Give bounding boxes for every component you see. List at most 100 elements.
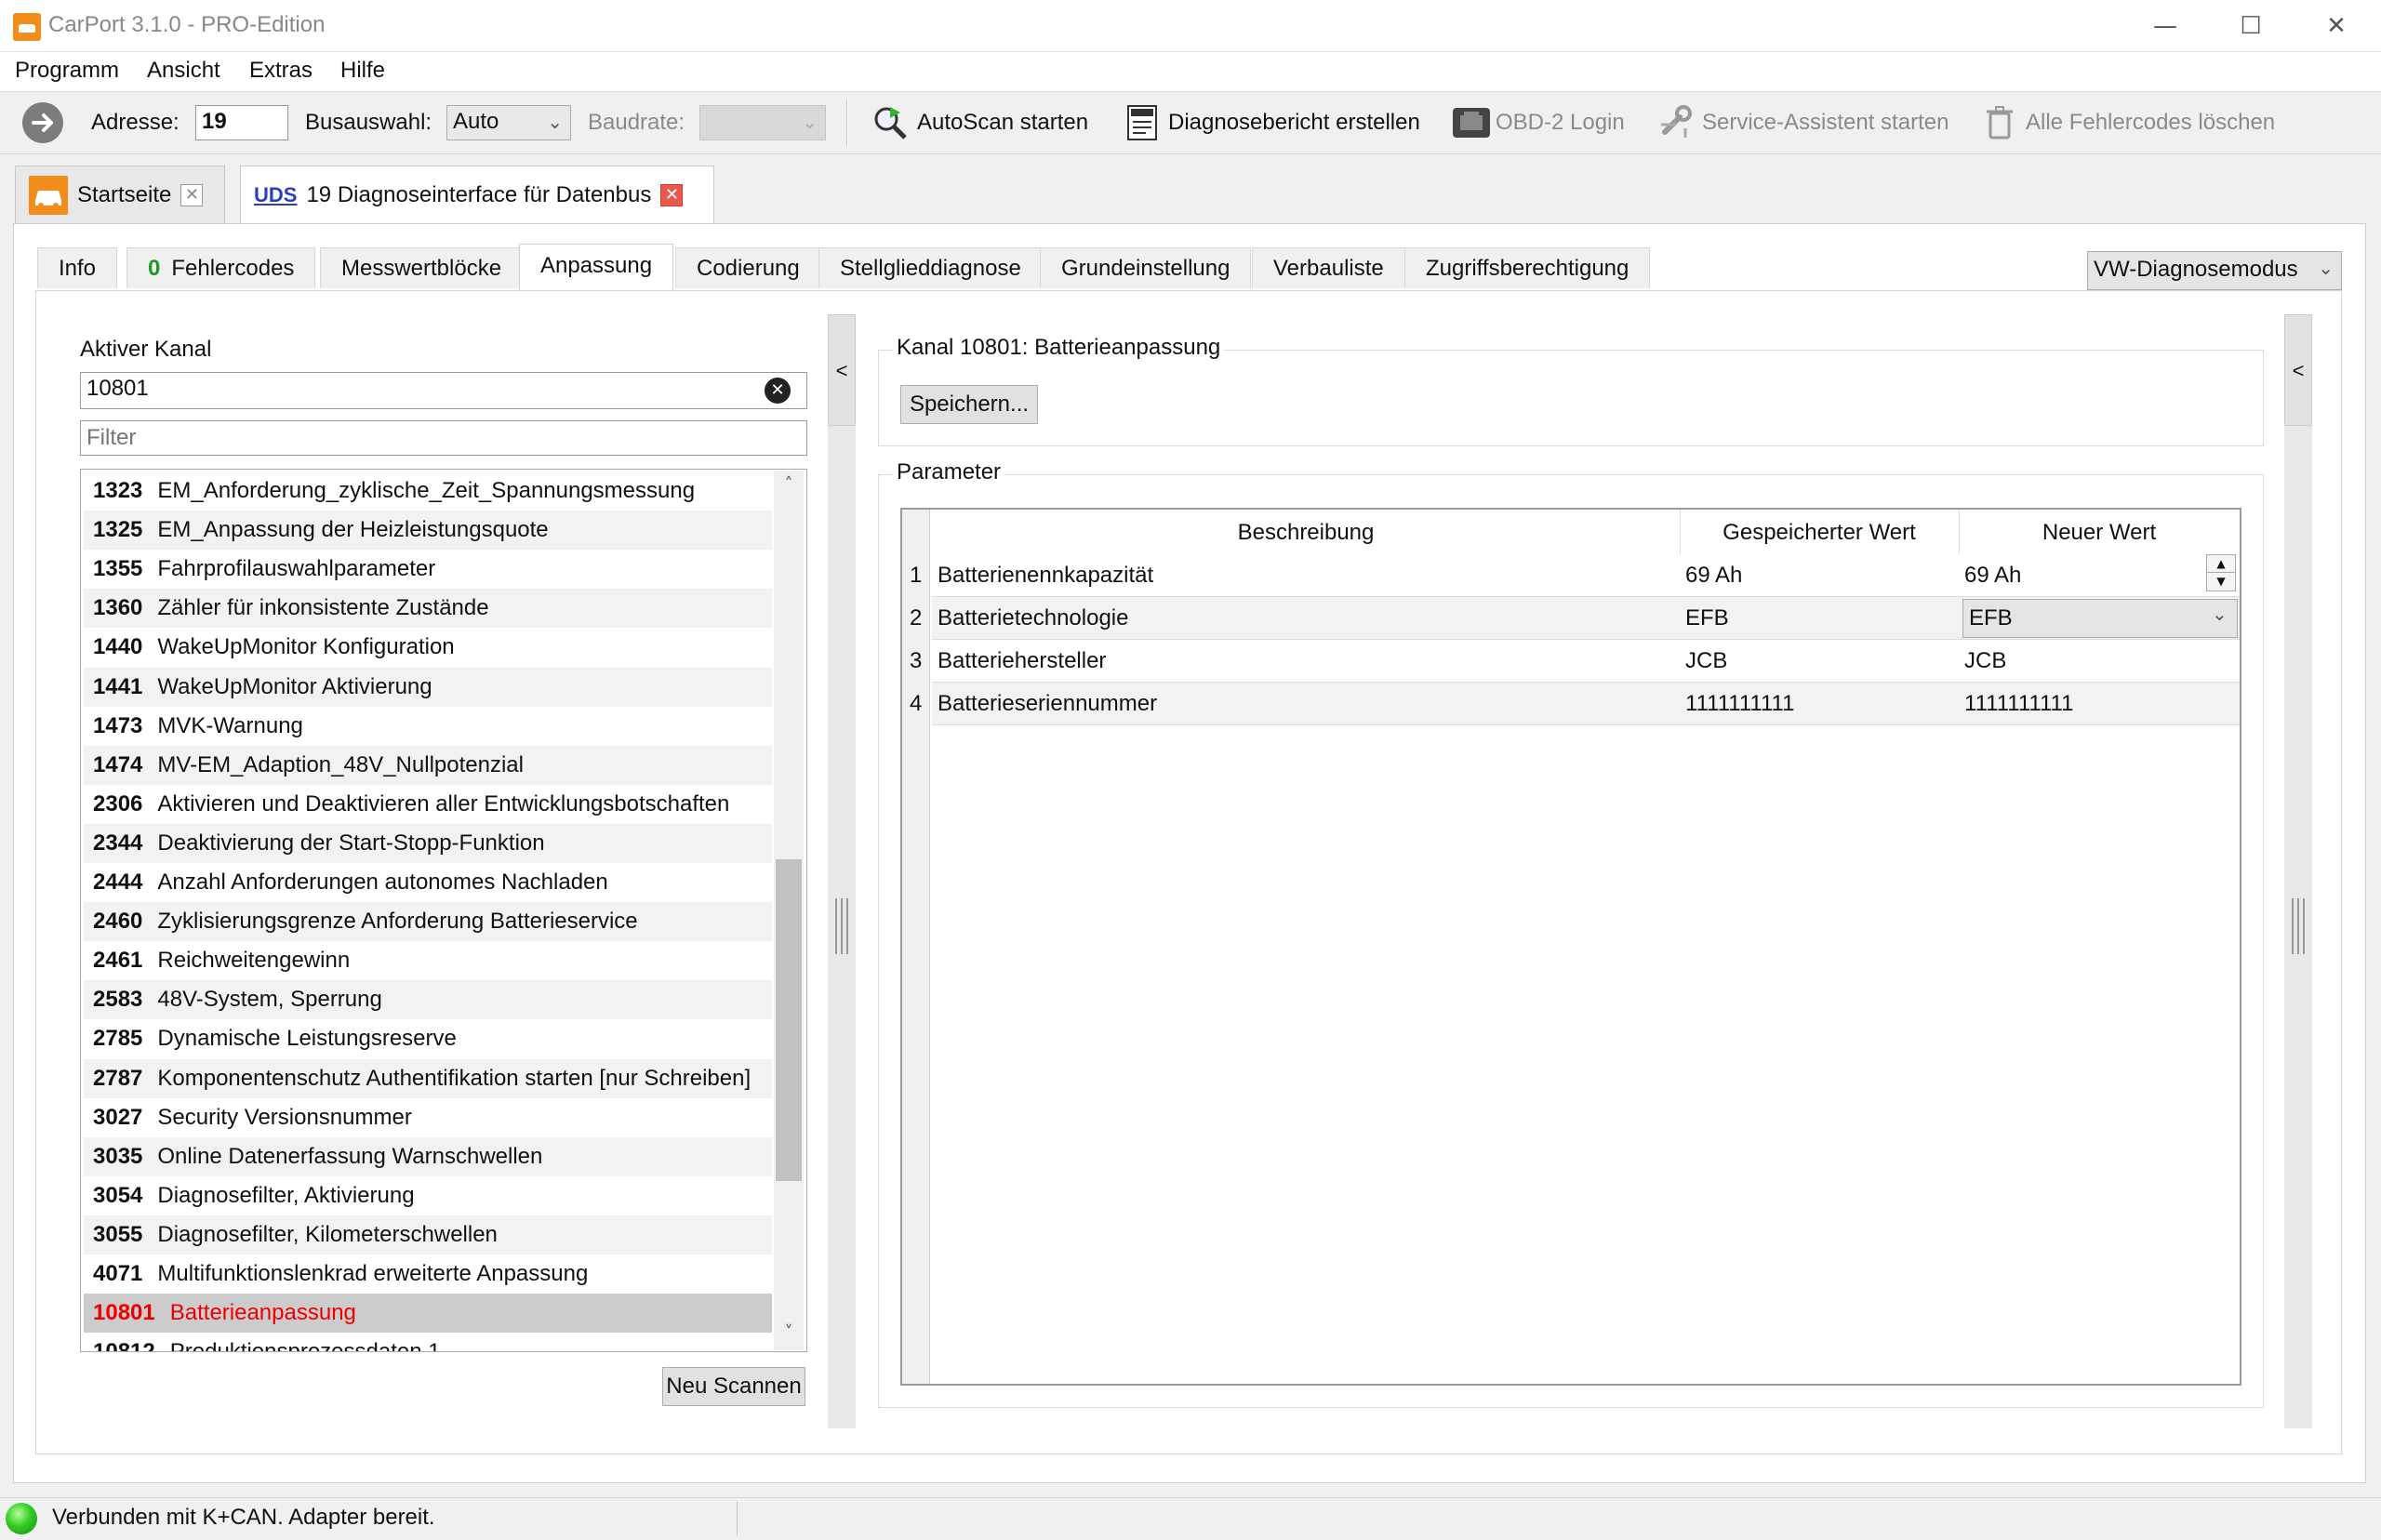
channel-name: Zyklisierungsgrenze Anforderung Batterie…: [157, 909, 638, 934]
channel-id: 1440: [93, 634, 143, 659]
list-item[interactable]: 1323 EM_Anforderung_zyklische_Zeit_Spannu…: [84, 471, 772, 511]
channel-id: 1355: [93, 556, 143, 581]
channel-name: EM_Anforderung_zyklische_Zeit_Spannungsm…: [157, 478, 696, 503]
cell-beschreibung: Batterietechnologie: [938, 605, 1129, 631]
channel-name: Komponentenschutz Authentifikation start…: [157, 1066, 752, 1091]
collapse-right-button[interactable]: <: [2284, 314, 2312, 426]
channel-name: 48V-System, Sperrung: [157, 987, 382, 1012]
channel-name: WakeUpMonitor Konfiguration: [157, 634, 455, 659]
channel-name: Aktivieren und Deaktivieren aller Entwic…: [157, 791, 730, 816]
grid-line: [932, 724, 2240, 725]
cell-gespeichert: 1111111111: [1685, 691, 1795, 716]
kanal-title: Kanal 10801: Batterieanpassung: [893, 335, 1225, 361]
list-item[interactable]: 2444 Anzahl Anforderungen autonomes Nachl…: [84, 863, 772, 902]
channel-id: 2787: [93, 1066, 143, 1091]
channel-id: 3027: [93, 1105, 143, 1130]
row-number: 4: [910, 691, 923, 716]
splitter-grip-icon: [2292, 898, 2305, 954]
cell-neuer-wert[interactable]: 1111111111: [1959, 683, 2240, 725]
row-number: 1: [910, 563, 923, 588]
list-item[interactable]: 1473 MVK-Warnung: [84, 707, 772, 746]
scrollbar-thumb[interactable]: [776, 859, 802, 1181]
channel-name: Fahrprofilauswahlparameter: [157, 556, 436, 581]
save-button[interactable]: Speichern...: [900, 385, 1038, 424]
list-item[interactable]: 1440 WakeUpMonitor Konfiguration: [84, 628, 772, 667]
status-text: Verbunden mit K+CAN. Adapter bereit.: [52, 1505, 435, 1530]
channel-id: 2460: [93, 909, 143, 934]
row-number: 3: [910, 648, 923, 673]
channel-name: Diagnosefilter, Aktivierung: [157, 1183, 415, 1208]
column-header-neuer-wert[interactable]: Neuer Wert: [1959, 510, 2240, 556]
channel-name: Online Datenerfassung Warnschwellen: [157, 1144, 543, 1169]
left-splitter[interactable]: [828, 314, 856, 1428]
list-item[interactable]: 1325 EM_Anpassung der Heizleistungsquote: [84, 511, 772, 550]
list-item[interactable]: 2787 Komponentenschutz Authentifikation s…: [84, 1059, 772, 1098]
channel-id: 4071: [93, 1261, 143, 1286]
channel-name: Zähler für inkonsistente Zustände: [157, 595, 489, 620]
capacity-stepper[interactable]: ▲ ▼: [2206, 554, 2236, 591]
list-item[interactable]: 1474 MV-EM_Adaption_48V_Nullpotenzial: [84, 746, 772, 785]
stepper-up-icon[interactable]: ▲: [2207, 555, 2235, 573]
channel-id: 10801: [93, 1300, 155, 1325]
scroll-down-icon[interactable]: ˅: [778, 1322, 800, 1345]
list-item[interactable]: 2344 Deaktivierung der Start-Stopp-Funkti…: [84, 824, 772, 863]
list-item[interactable]: 3027 Security Versionsnummer: [84, 1098, 772, 1137]
channel-name: MV-EM_Adaption_48V_Nullpotenzial: [157, 752, 524, 777]
list-item[interactable]: 2583 48V-System, Sperrung: [84, 980, 772, 1019]
channel-name: Multifunktionslenkrad erweiterte Anpassu…: [157, 1261, 589, 1286]
technology-select[interactable]: EFB: [1962, 599, 2238, 638]
channel-id: 1325: [93, 517, 143, 542]
channel-name: Produktionsprozessdaten 1: [170, 1339, 441, 1351]
channel-id: 2344: [93, 830, 143, 856]
collapse-left-button[interactable]: <: [828, 314, 856, 426]
channel-name: Batterieanpassung: [169, 1300, 356, 1325]
list-item[interactable]: 2460 Zyklisierungsgrenze Anforderung Batt…: [84, 902, 772, 941]
channel-name: Reichweitengewinn: [157, 948, 351, 973]
row-number: 2: [910, 605, 923, 631]
column-header-gespeichert[interactable]: Gespeicherter Wert: [1680, 510, 1959, 556]
channel-id: 2306: [93, 791, 143, 816]
list-item[interactable]: 2306 Aktivieren und Deaktivieren aller En…: [84, 785, 772, 824]
cell-gespeichert: JCB: [1685, 648, 1728, 673]
stepper-down-icon[interactable]: ▼: [2207, 573, 2235, 591]
channel-name: Dynamische Leistungsreserve: [157, 1026, 457, 1051]
cell-beschreibung: Batterienennkapazität: [938, 563, 1154, 588]
list-item[interactable]: 2461 Reichweitengewinn: [84, 941, 772, 980]
list-item[interactable]: 2785 Dynamische Leistungsreserve: [84, 1019, 772, 1058]
parameter-title: Parameter: [893, 459, 1005, 485]
channel-id: 1473: [93, 713, 143, 738]
cell-beschreibung: Batterieseriennummer: [938, 691, 1158, 716]
cell-neuer-wert[interactable]: JCB: [1959, 640, 2240, 683]
list-item-selected[interactable]: 10801 Batterieanpassung: [84, 1294, 772, 1333]
cell-gespeichert: 69 Ah: [1685, 563, 1743, 588]
channel-name: Anzahl Anforderungen autonomes Nachladen: [157, 870, 608, 895]
status-separator: [737, 1501, 738, 1536]
channel-name: Deaktivierung der Start-Stopp-Funktion: [157, 830, 545, 856]
channel-id: 3054: [93, 1183, 143, 1208]
list-item[interactable]: 4071 Multifunktionslenkrad erweiterte Anp…: [84, 1255, 772, 1294]
channel-id: 1360: [93, 595, 143, 620]
list-item[interactable]: 3035 Online Datenerfassung Warnschwellen: [84, 1137, 772, 1176]
column-header-beschreibung[interactable]: Beschreibung: [932, 510, 1680, 556]
channel-id: 1323: [93, 478, 143, 503]
chevron-down-icon: ⌄: [2212, 603, 2228, 625]
list-item[interactable]: 1360 Zähler für inkonsistente Zustände: [84, 589, 772, 628]
channel-id: 1441: [93, 674, 143, 699]
list-item[interactable]: 1355 Fahrprofilauswahlparameter: [84, 550, 772, 589]
cell-neuer-wert[interactable]: 69 Ah: [1959, 554, 2240, 597]
list-item[interactable]: 3055 Diagnosefilter, Kilometerschwellen: [84, 1215, 772, 1255]
channel-id: 2461: [93, 948, 143, 973]
list-item[interactable]: 10812 Produktionsprozessdaten 1: [84, 1333, 772, 1351]
list-item[interactable]: 3054 Diagnosefilter, Aktivierung: [84, 1176, 772, 1215]
right-splitter[interactable]: [2284, 314, 2312, 1428]
channel-id: 2785: [93, 1026, 143, 1051]
channel-id: 10812: [93, 1339, 155, 1351]
channel-id: 3035: [93, 1144, 143, 1169]
status-led-icon: [6, 1503, 37, 1534]
scroll-up-icon[interactable]: ˄: [778, 474, 800, 497]
list-item[interactable]: 1441 WakeUpMonitor Aktivierung: [84, 668, 772, 707]
channel-id: 2583: [93, 987, 143, 1012]
channel-id: 2444: [93, 870, 143, 895]
rescan-button[interactable]: Neu Scannen: [662, 1367, 805, 1406]
channel-id: 1474: [93, 752, 143, 777]
